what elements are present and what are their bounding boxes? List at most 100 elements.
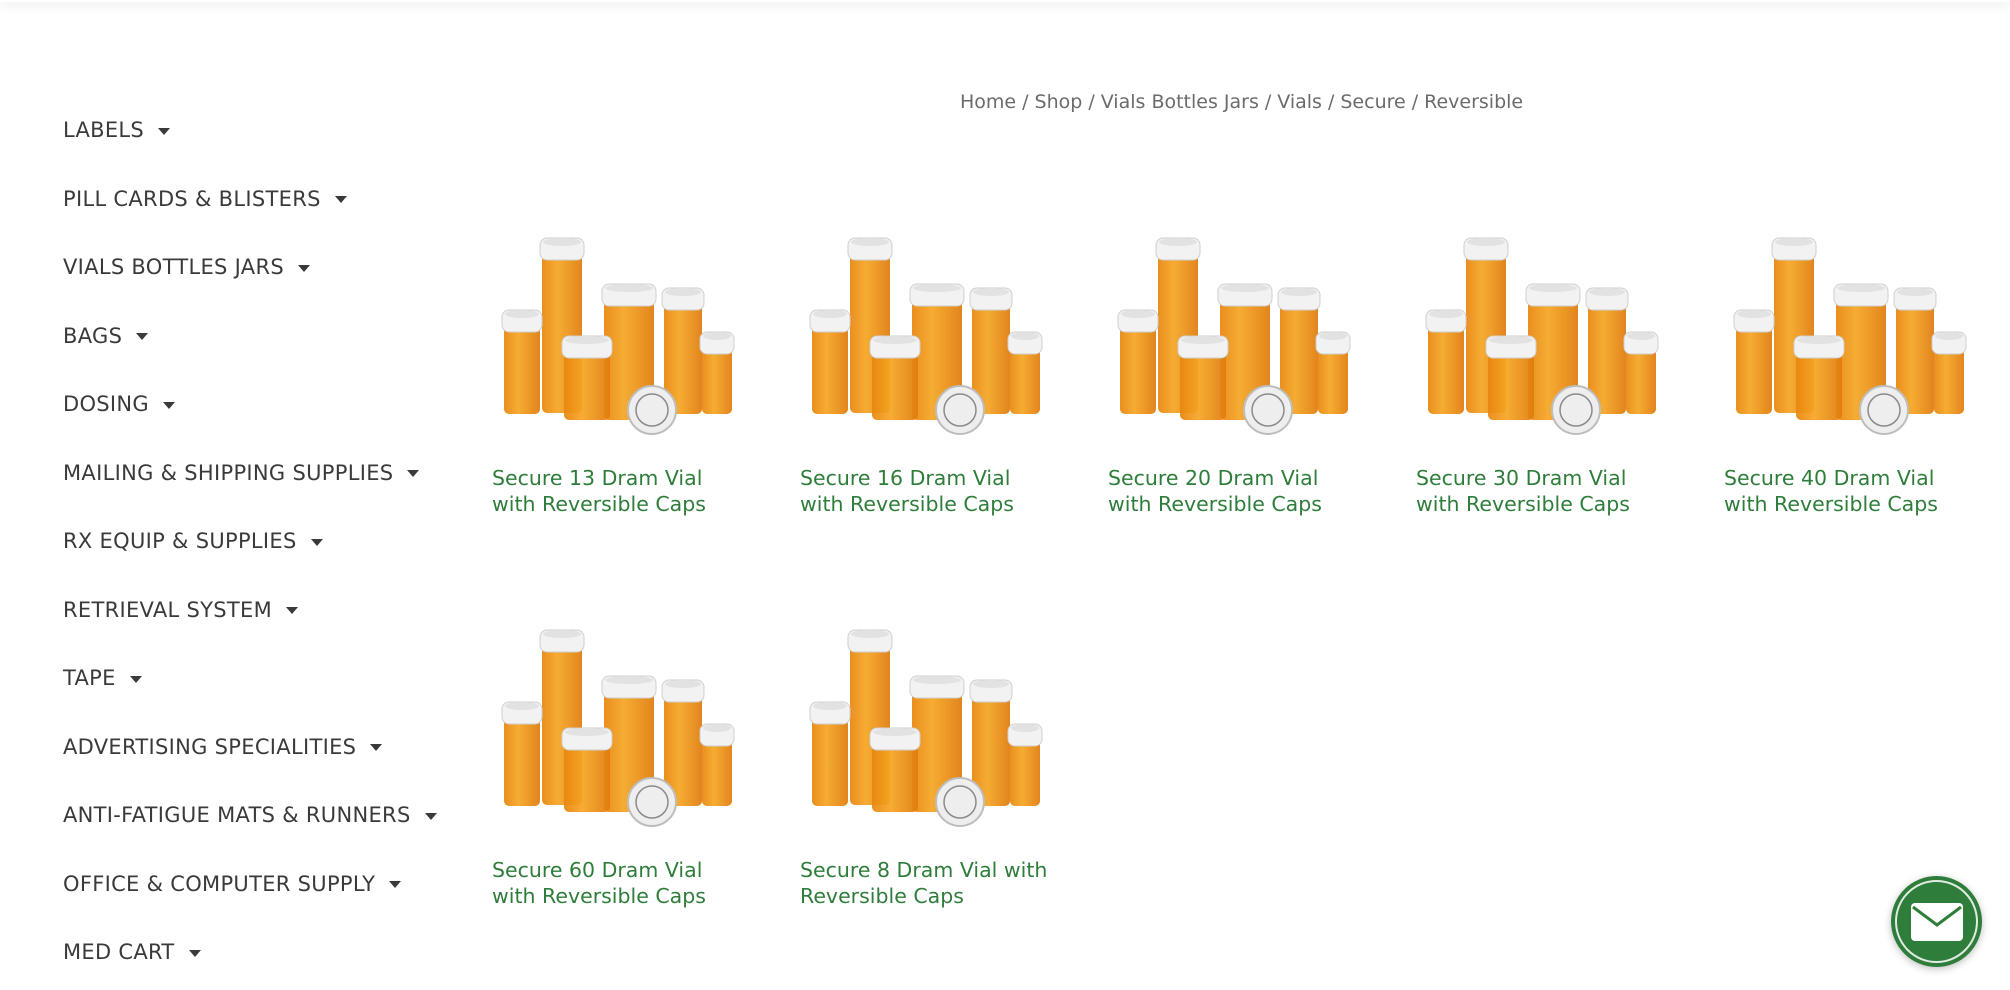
sidebar-item-vials-bottles-jars[interactable]: VIALS BOTTLES JARS — [63, 233, 463, 302]
vial-cap-top — [1467, 238, 1505, 246]
product-image[interactable] — [800, 218, 1055, 458]
vial-cap-top — [1121, 310, 1155, 318]
product-card: Secure 40 Dram Vial with Reversible Caps — [1724, 218, 1994, 517]
sidebar-item-label: OFFICE & COMPUTER SUPPLY — [63, 871, 376, 896]
sidebar-item-pill-cards-blisters[interactable]: PILL CARDS & BLISTERS — [63, 165, 463, 234]
vial-cap-top — [1281, 288, 1317, 296]
breadcrumb-shop[interactable]: Shop — [1035, 91, 1083, 113]
breadcrumb-separator: / — [1264, 91, 1272, 113]
product-title-link[interactable]: Secure 8 Dram Vial with Reversible Caps — [800, 857, 1060, 909]
breadcrumb-separator: / — [1327, 91, 1335, 113]
vial-body — [1488, 352, 1534, 420]
vial-cap-top — [1181, 336, 1225, 344]
caret-down-icon[interactable] — [407, 470, 420, 478]
vial-body — [1796, 352, 1842, 420]
vial-cap-top — [1775, 238, 1813, 246]
product-image[interactable] — [492, 218, 747, 458]
vial-cap-top — [1837, 284, 1885, 292]
sidebar-item-retrieval-system[interactable]: RETRIEVAL SYSTEM — [63, 576, 463, 645]
product-title-link[interactable]: Secure 13 Dram Vial with Reversible Caps — [492, 465, 752, 517]
vial-body — [564, 352, 610, 420]
vial-cap-top — [813, 702, 847, 710]
chat-ring — [1895, 880, 1978, 963]
product-card: Secure 8 Dram Vial with Reversible Caps — [800, 610, 1070, 909]
caret-down-icon[interactable] — [310, 538, 323, 546]
sidebar-item-label: ADVERTISING SPECIALITIES — [63, 734, 357, 759]
vial-body — [504, 718, 540, 806]
caret-down-icon[interactable] — [188, 949, 201, 957]
cap-disk — [1551, 385, 1601, 435]
caret-down-icon[interactable] — [297, 264, 310, 272]
vial-cap-top — [605, 284, 653, 292]
product-image[interactable] — [1416, 218, 1671, 458]
sidebar-item-dosing[interactable]: DOSING — [63, 370, 463, 439]
product-title-link[interactable]: Secure 40 Dram Vial with Reversible Caps — [1724, 465, 1984, 517]
product-card: Secure 60 Dram Vial with Reversible Caps — [492, 610, 762, 909]
product-title-link[interactable]: Secure 20 Dram Vial with Reversible Caps — [1108, 465, 1368, 517]
sidebar-item-anti-fatigue-mats[interactable]: ANTI-FATIGUE MATS & RUNNERS — [63, 781, 463, 850]
caret-down-icon[interactable] — [286, 607, 299, 615]
vial-cap-top — [1797, 336, 1841, 344]
product-title-link[interactable]: Secure 60 Dram Vial with Reversible Caps — [492, 857, 752, 909]
vial-cap-top — [505, 310, 539, 318]
breadcrumb-secure[interactable]: Secure — [1340, 91, 1405, 113]
cap-disk — [935, 777, 985, 827]
product-title-link[interactable]: Secure 30 Dram Vial with Reversible Caps — [1416, 465, 1676, 517]
sidebar-item-label: MED CART — [63, 940, 175, 965]
sidebar-item-label: MAILING & SHIPPING SUPPLIES — [63, 460, 394, 485]
vial-body — [564, 744, 610, 812]
sidebar-item-labels[interactable]: LABELS — [63, 96, 463, 165]
caret-down-icon[interactable] — [334, 196, 347, 204]
caret-down-icon[interactable] — [370, 744, 383, 752]
sidebar-item-label: RETRIEVAL SYSTEM — [63, 597, 273, 622]
vial-cap-top — [1489, 336, 1533, 344]
product-title-link[interactable]: Secure 16 Dram Vial with Reversible Caps — [800, 465, 1060, 517]
sidebar-item-label: ANTI-FATIGUE MATS & RUNNERS — [63, 803, 411, 828]
product-image[interactable] — [492, 610, 747, 850]
product-card: Secure 20 Dram Vial with Reversible Caps — [1108, 218, 1378, 517]
breadcrumb-vials-bottles-jars[interactable]: Vials Bottles Jars — [1101, 91, 1259, 113]
vial-cap-top — [913, 284, 961, 292]
caret-down-icon[interactable] — [136, 333, 149, 341]
vial-body — [812, 326, 848, 414]
sidebar-item-tape[interactable]: TAPE — [63, 644, 463, 713]
breadcrumb: Home / Shop / Vials Bottles Jars / Vials… — [960, 90, 1523, 114]
vial-body — [1180, 352, 1226, 420]
vial-body — [1120, 326, 1156, 414]
sidebar-item-office-computer[interactable]: OFFICE & COMPUTER SUPPLY — [63, 850, 463, 919]
contact-chat-button[interactable] — [1891, 876, 1982, 967]
cap-disk — [627, 777, 677, 827]
vial-cap-top — [703, 332, 731, 340]
product-card: Secure 13 Dram Vial with Reversible Caps — [492, 218, 762, 517]
sidebar-item-bags[interactable]: BAGS — [63, 302, 463, 371]
caret-down-icon[interactable] — [389, 881, 402, 889]
sidebar-item-med-cart[interactable]: MED CART — [63, 918, 463, 987]
vial-body — [1934, 348, 1964, 414]
vial-cap-top — [665, 288, 701, 296]
sidebar-item-advertising[interactable]: ADVERTISING SPECIALITIES — [63, 713, 463, 782]
cap-disk — [1243, 385, 1293, 435]
vial-group-illustration — [501, 629, 735, 827]
sidebar-item-label: PILL CARDS & BLISTERS — [63, 186, 321, 211]
breadcrumb-home[interactable]: Home — [960, 91, 1016, 113]
vial-cap-top — [703, 724, 731, 732]
category-sidebar: LABELS PILL CARDS & BLISTERS VIALS BOTTL… — [63, 96, 463, 987]
product-image[interactable] — [800, 610, 1055, 850]
breadcrumb-vials[interactable]: Vials — [1277, 91, 1322, 113]
caret-down-icon[interactable] — [158, 127, 171, 135]
vial-group-illustration — [809, 629, 1043, 827]
vial-cap-top — [973, 288, 1009, 296]
sidebar-item-rx-equip[interactable]: RX EQUIP & SUPPLIES — [63, 507, 463, 576]
caret-down-icon[interactable] — [163, 401, 176, 409]
vial-cap-top — [1159, 238, 1197, 246]
sidebar-item-label: RX EQUIP & SUPPLIES — [63, 529, 297, 554]
sidebar-item-mailing-shipping[interactable]: MAILING & SHIPPING SUPPLIES — [63, 439, 463, 508]
vial-cap-top — [565, 728, 609, 736]
caret-down-icon[interactable] — [129, 675, 142, 683]
vial-cap-top — [1935, 332, 1963, 340]
caret-down-icon[interactable] — [424, 812, 437, 820]
sidebar-item-label: TAPE — [63, 666, 116, 691]
product-card: Secure 30 Dram Vial with Reversible Caps — [1416, 218, 1686, 517]
product-image[interactable] — [1108, 218, 1363, 458]
product-image[interactable] — [1724, 218, 1979, 458]
